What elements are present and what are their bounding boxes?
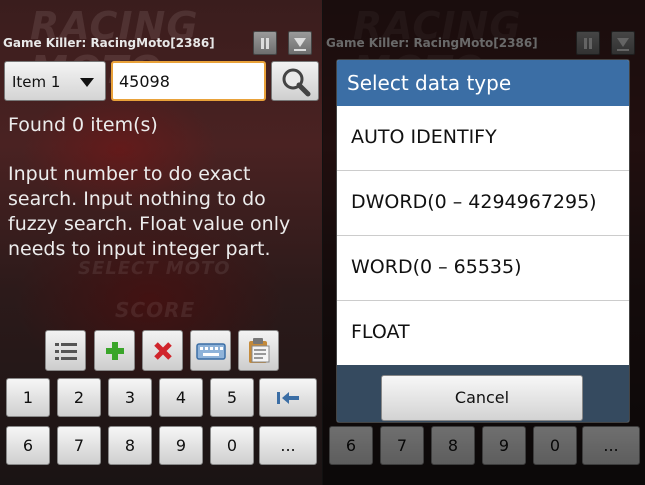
key-6[interactable]: 6 xyxy=(6,426,50,465)
key-0[interactable]: 0 xyxy=(210,426,254,465)
key-3[interactable]: 3 xyxy=(108,378,152,417)
list-icon xyxy=(55,343,77,360)
option-dword[interactable]: DWORD(0 – 4294967295) xyxy=(337,171,629,236)
key-7[interactable]: 7 xyxy=(57,426,101,465)
dialog-title: Select data type xyxy=(337,60,629,106)
pause-icon[interactable] xyxy=(253,31,277,55)
add-button[interactable] xyxy=(94,330,135,371)
found-count: Found 0 item(s) xyxy=(8,114,158,136)
key-4[interactable]: 4 xyxy=(159,378,203,417)
backspace-key[interactable] xyxy=(259,378,317,417)
option-auto-identify[interactable]: AUTO IDENTIFY xyxy=(337,106,629,171)
data-type-selected: Item 1 xyxy=(12,73,61,91)
keyboard-button[interactable] xyxy=(190,330,231,371)
minimize-icon[interactable] xyxy=(288,31,312,55)
key-1[interactable]: 1 xyxy=(6,378,50,417)
clipboard-icon xyxy=(249,338,270,363)
background-score-text: SCORE xyxy=(115,298,196,322)
keyboard-icon xyxy=(196,343,226,360)
title-bar: Game Killer: RacingMoto[2386] xyxy=(0,30,322,56)
more-key[interactable]: ... xyxy=(259,426,317,465)
search-button[interactable] xyxy=(271,61,319,101)
key-5[interactable]: 5 xyxy=(210,378,254,417)
key-8[interactable]: 8 xyxy=(108,426,152,465)
search-value-input[interactable] xyxy=(111,61,266,101)
main-pane: RACING MOTO SELECT MOTO SCORE Game Kille… xyxy=(0,0,322,485)
delete-icon xyxy=(154,342,172,360)
cancel-button[interactable]: Cancel xyxy=(381,375,583,421)
delete-button[interactable] xyxy=(142,330,183,371)
dialog-footer: Cancel xyxy=(337,365,629,422)
clipboard-button[interactable] xyxy=(238,330,279,371)
key-2[interactable]: 2 xyxy=(57,378,101,417)
search-help-text: Input number to do exact search. Input n… xyxy=(8,163,291,260)
search-icon xyxy=(282,68,311,97)
app-title: Game Killer: RacingMoto[2386] xyxy=(3,36,215,50)
option-word[interactable]: WORD(0 – 65535) xyxy=(337,236,629,301)
list-button[interactable] xyxy=(45,330,86,371)
select-data-type-dialog: Select data type AUTO IDENTIFY DWORD(0 –… xyxy=(336,59,630,423)
data-type-dropdown[interactable]: Item 1 xyxy=(4,61,106,101)
backspace-icon xyxy=(277,392,299,404)
key-9[interactable]: 9 xyxy=(159,426,203,465)
option-float[interactable]: FLOAT xyxy=(337,301,629,366)
add-icon xyxy=(106,342,124,360)
chevron-down-icon xyxy=(80,78,94,87)
